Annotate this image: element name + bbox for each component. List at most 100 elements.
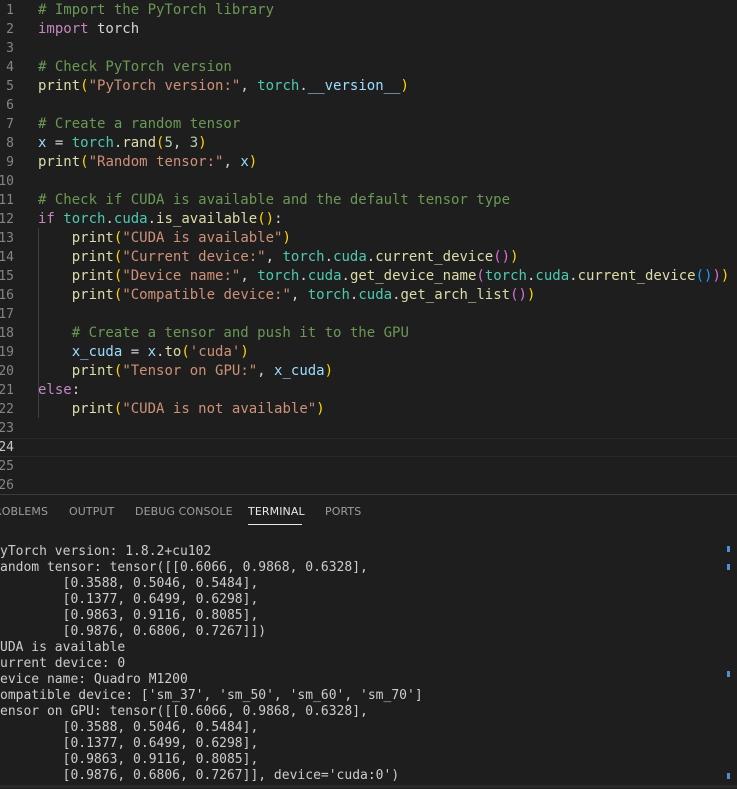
code-token: 'cuda': [189, 344, 241, 360]
code-token: :: [71, 382, 81, 398]
code-token: .: [341, 268, 350, 284]
code-token: print: [38, 154, 81, 170]
code-text: print("Random tensor:", x): [38, 153, 257, 172]
code-token: (): [257, 211, 275, 227]
code-line[interactable]: 12 if torch.cuda.is_available():: [0, 210, 737, 229]
code-line[interactable]: 10: [0, 172, 737, 191]
code-token: "Random tensor:": [88, 154, 224, 170]
code-token: .: [105, 211, 114, 227]
code-line[interactable]: 3: [0, 39, 737, 58]
code-text: import torch: [38, 20, 139, 39]
code-token: ): [400, 78, 409, 94]
code-line[interactable]: 18 # Create a tensor and push it to the …: [0, 324, 737, 343]
code-line[interactable]: 21 else:: [0, 381, 737, 400]
code-token: print: [71, 401, 114, 417]
code-text: # Create a random tensor: [38, 115, 240, 134]
scroll-marker: [727, 671, 730, 677]
code-text: print("PyTorch version:", torch.__versio…: [38, 77, 409, 96]
code-token: torch: [307, 287, 350, 303]
code-token: print: [71, 230, 114, 246]
code-token: current_device: [375, 249, 494, 265]
code-token: :: [274, 211, 283, 227]
code-text: print("Compatible device:", torch.cuda.g…: [38, 286, 536, 305]
code-line[interactable]: 20 print("Tensor on GPU:", x_cuda): [0, 362, 737, 381]
code-token: "Current device:": [122, 249, 266, 265]
tab-ports[interactable]: PORTS: [325, 505, 361, 518]
line-number: 16: [0, 288, 14, 303]
tab-debug-console[interactable]: DEBUG CONSOLE: [135, 505, 233, 518]
code-token: ,: [172, 135, 190, 151]
code-token: ): [316, 401, 325, 417]
code-line[interactable]: 8 x = torch.rand(5, 3): [0, 134, 737, 153]
terminal-line: [0.3588, 0.5046, 0.5484],: [0, 720, 259, 735]
code-token: ,: [240, 78, 258, 94]
code-line[interactable]: 4 # Check PyTorch version: [0, 58, 737, 77]
code-token: get_device_name: [349, 268, 477, 284]
code-line[interactable]: 7 # Create a random tensor: [0, 115, 737, 134]
code-token: ,: [240, 268, 258, 284]
line-number: 4: [6, 60, 14, 75]
code-token: (: [80, 78, 89, 94]
code-line[interactable]: 13 print("CUDA is available"): [0, 229, 737, 248]
tab-problems[interactable]: ROBLEMS: [0, 505, 48, 518]
code-token: =: [46, 135, 72, 151]
code-line[interactable]: 26: [0, 476, 737, 494]
line-number: 3: [6, 41, 14, 56]
line-number: 20: [0, 364, 14, 379]
code-token: 5: [164, 135, 173, 151]
tab-output[interactable]: OUTPUT: [69, 505, 114, 518]
line-number: 10: [0, 174, 14, 189]
terminal-line: [0.1377, 0.6499, 0.6298],: [0, 592, 259, 607]
line-number: 23: [0, 421, 14, 436]
code-line[interactable]: 24: [0, 438, 737, 457]
code-line[interactable]: 1 # Import the PyTorch library: [0, 1, 737, 20]
code-token: "Device name:": [122, 268, 241, 284]
terminal-line: ensor on GPU: tensor([[0.6066, 0.9868, 0…: [0, 704, 368, 719]
code-token: cuda: [333, 249, 367, 265]
code-token: import: [38, 21, 89, 37]
code-line[interactable]: 23: [0, 419, 737, 438]
code-line[interactable]: 9 print("Random tensor:", x): [0, 153, 737, 172]
code-line[interactable]: 6: [0, 96, 737, 115]
code-token: "Tensor on GPU:": [122, 363, 258, 379]
code-line[interactable]: 19 x_cuda = x.to('cuda'): [0, 343, 737, 362]
code-line[interactable]: 15 print("Device name:", torch.cuda.get_…: [0, 267, 737, 286]
line-number: 24: [0, 440, 14, 455]
code-text: print("Current device:", torch.cuda.curr…: [38, 248, 519, 267]
code-text: # Check if CUDA is available and the def…: [38, 191, 510, 210]
code-token: x: [240, 154, 249, 170]
code-token: print: [71, 249, 114, 265]
code-line[interactable]: 22 print("CUDA is not available"): [0, 400, 737, 419]
code-token: ,: [290, 287, 308, 303]
terminal-output[interactable]: yTorch version: 1.8.2+cu102 andom tensor:…: [0, 542, 737, 789]
line-number: 26: [0, 478, 14, 493]
code-token: print: [38, 78, 81, 94]
line-number: 8: [6, 136, 14, 151]
code-line[interactable]: 11 # Check if CUDA is available and the d…: [0, 191, 737, 210]
code-token: ,: [257, 363, 275, 379]
code-token: "PyTorch version:": [88, 78, 241, 94]
code-token: torch: [257, 78, 300, 94]
code-token: torch: [282, 249, 325, 265]
code-token: ,: [265, 249, 283, 265]
code-text: print("Tensor on GPU:", x_cuda): [38, 362, 333, 381]
code-token: "CUDA is available": [122, 230, 283, 246]
code-line[interactable]: 16 print("Compatible device:", torch.cud…: [0, 286, 737, 305]
code-text: # Import the PyTorch library: [38, 1, 274, 20]
code-text: print("Device name:", torch.cuda.get_dev…: [38, 267, 730, 286]
line-number: 15: [0, 269, 14, 284]
code-line[interactable]: 17: [0, 305, 737, 324]
code-line[interactable]: 5 print("PyTorch version:", torch.__versi…: [0, 77, 737, 96]
code-line[interactable]: 25: [0, 457, 737, 476]
code-line[interactable]: 2 import torch: [0, 20, 737, 39]
line-number: 11: [0, 193, 14, 208]
code-token: (): [510, 287, 527, 303]
code-line[interactable]: 14 print("Current device:", torch.cuda.c…: [0, 248, 737, 267]
code-editor[interactable]: 1 # Import the PyTorch library 2 import tor…: [0, 0, 737, 494]
code-token: get_arch_list: [400, 287, 511, 303]
code-text: # Create a tensor and push it to the GPU: [38, 324, 409, 343]
code-token: .: [299, 268, 308, 284]
line-number: 17: [0, 307, 14, 322]
tab-terminal[interactable]: TERMINAL: [248, 505, 305, 518]
